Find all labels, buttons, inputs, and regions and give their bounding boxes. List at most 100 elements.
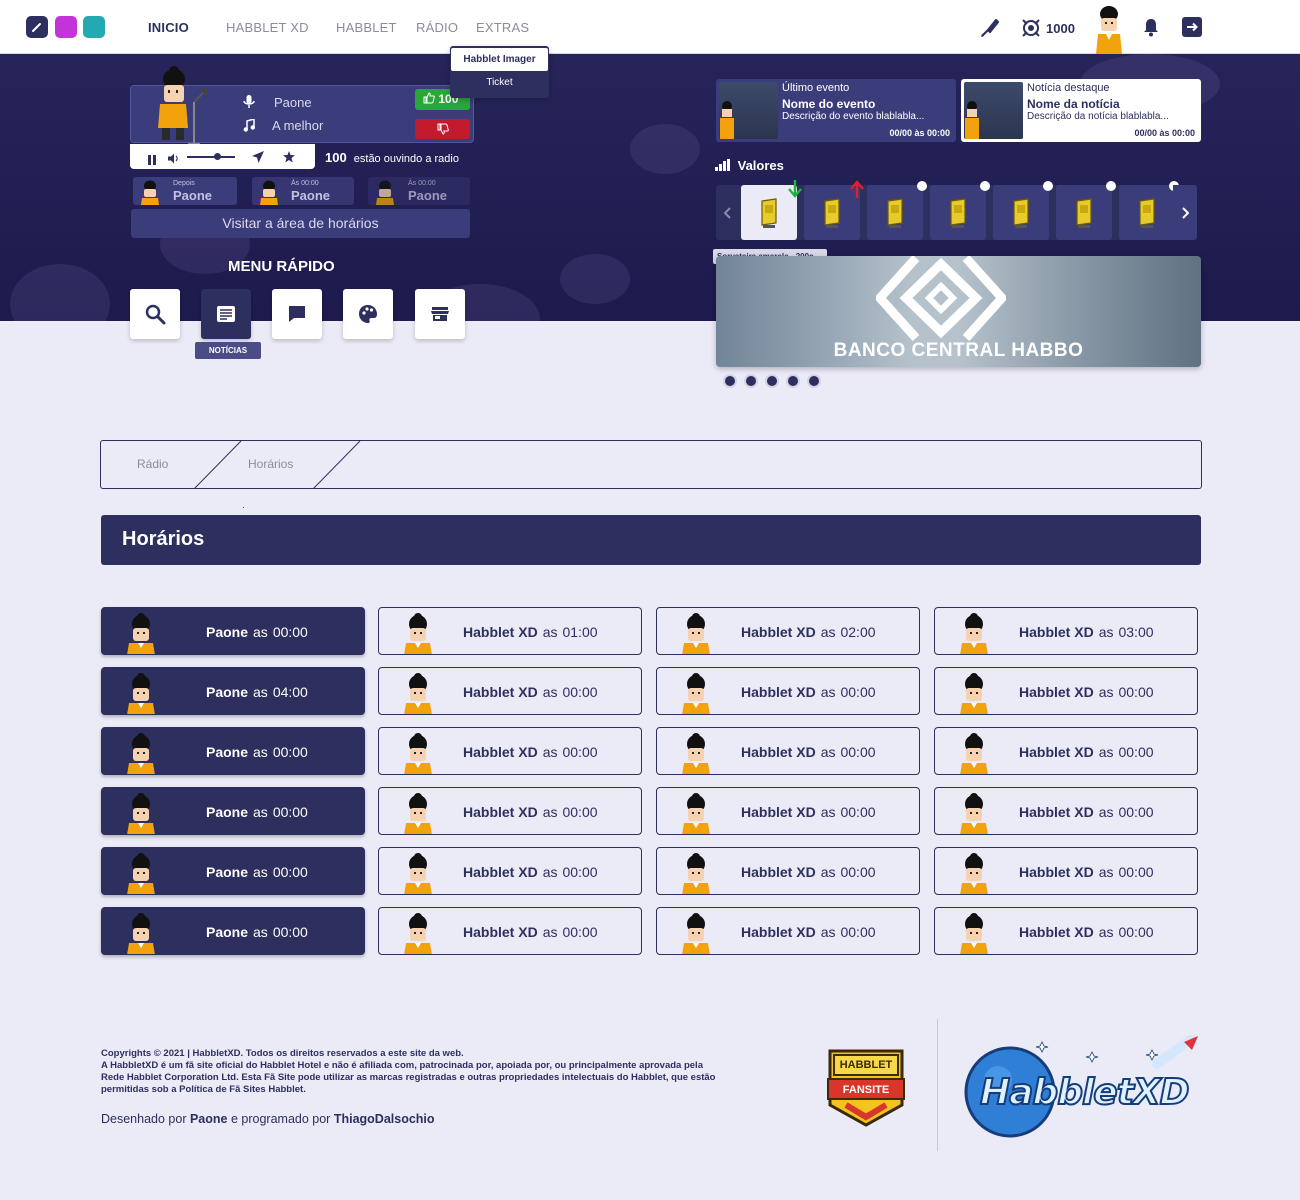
theme-swatch-purple[interactable] [55, 16, 77, 38]
listeners-count: 100 [325, 150, 347, 165]
schedule-slot-text: Paone as 00:00 [102, 744, 364, 760]
logout-icon[interactable] [1182, 17, 1202, 42]
schedule-slot[interactable]: Habblet XD as 00:00 [378, 787, 642, 835]
schedule-slot[interactable]: Habblet XD as 00:00 [378, 847, 642, 895]
schedule-time: 00:00 [562, 804, 598, 820]
schedule-slot[interactable]: Habblet XD as 03:00 [934, 607, 1198, 655]
schedule-slot[interactable]: Habblet XD as 00:00 [934, 847, 1198, 895]
footer-disclaimer: A HabbletXD é um fã site oficial do Habb… [101, 1060, 716, 1095]
nav-extras[interactable]: EXTRAS [476, 20, 529, 35]
schedule-slot[interactable]: Paone as 00:00 [101, 787, 365, 835]
breadcrumb-item-radio[interactable]: Rádio [137, 457, 168, 471]
schedule-dj-name: Habblet XD [1019, 924, 1094, 940]
nav-radio[interactable]: RÁDIO [416, 20, 458, 35]
schedule-dj-name: Habblet XD [463, 744, 538, 760]
schedule-slot[interactable]: Paone as 04:00 [101, 667, 365, 715]
schedule-slot[interactable]: Habblet XD as 00:00 [378, 907, 642, 955]
value-item[interactable] [930, 181, 990, 240]
schedule-dj-name: Paone [206, 744, 249, 760]
banner-dot[interactable] [723, 374, 737, 388]
schedule-time: 00:00 [562, 744, 598, 760]
schedule-slot[interactable]: Habblet XD as 00:00 [656, 787, 920, 835]
theme-swatch-teal[interactable] [83, 16, 105, 38]
schedule-slot[interactable]: Habblet XD as 00:00 [934, 667, 1198, 715]
schedule-slot[interactable]: Habblet XD as 00:00 [378, 667, 642, 715]
schedule-slot[interactable]: Habblet XD as 00:00 [934, 907, 1198, 955]
volume-icon[interactable] [168, 151, 180, 169]
schedule-time: 00:00 [272, 804, 308, 820]
last-event-card[interactable]: Último evento Nome do evento Descrição d… [716, 79, 956, 142]
credit-middle: e programado por [230, 1112, 331, 1126]
menu-item-habblet-imager[interactable]: Habblet Imager [451, 48, 548, 71]
visit-schedule-button[interactable]: Visitar a área de horários [131, 209, 470, 238]
schedule-connector: as [820, 804, 836, 820]
banner-dot[interactable] [807, 374, 821, 388]
brush-icon[interactable] [978, 16, 1002, 45]
schedule-slot[interactable]: Habblet XD as 00:00 [934, 787, 1198, 835]
fansite-badge: HABBLET FANSITE [826, 1047, 906, 1127]
current-dj: Paone [274, 95, 312, 110]
bell-icon[interactable] [1142, 17, 1160, 42]
menu-item-ticket[interactable]: Ticket [450, 71, 549, 94]
dj-avatar [260, 180, 278, 205]
featured-news-card[interactable]: Notícia destaque Nome da notícia Descriç… [961, 79, 1201, 142]
banner-dot[interactable] [744, 374, 758, 388]
values-heading: Valores [715, 158, 784, 173]
schedule-slot[interactable]: Paone as 00:00 [101, 727, 365, 775]
nav-habblet[interactable]: HABBLET [336, 20, 397, 35]
schedule-time: 00:00 [562, 864, 598, 880]
schedule-slot[interactable]: Habblet XD as 02:00 [656, 607, 920, 655]
schedule-slot[interactable]: Habblet XD as 00:00 [656, 847, 920, 895]
pause-icon[interactable] [148, 152, 156, 170]
value-item[interactable] [1119, 181, 1179, 240]
promo-banner[interactable]: BANCO CENTRAL HABBO [716, 256, 1201, 367]
news-title: Nome da notícia [1027, 97, 1120, 111]
dislike-button[interactable] [415, 119, 470, 139]
news-description: Descrição da notícia blablabla... [1027, 111, 1169, 122]
schedule-slot-text: Habblet XD as 00:00 [657, 864, 919, 880]
quick-search-button[interactable] [130, 289, 180, 339]
thumbs-up-icon [423, 92, 435, 104]
schedule-slot[interactable]: Paone as 00:00 [101, 907, 365, 955]
schedule-slot[interactable]: Habblet XD as 00:00 [656, 727, 920, 775]
value-item[interactable] [1056, 181, 1116, 240]
nav-habblet-xd[interactable]: HABBLET XD [226, 20, 309, 35]
breadcrumb-item-horarios[interactable]: Horários [248, 457, 293, 471]
quick-chat-button[interactable] [272, 289, 322, 339]
schedule-slot[interactable]: Habblet XD as 01:00 [378, 607, 642, 655]
signal-bars-icon [715, 159, 730, 171]
star-icon[interactable] [283, 150, 295, 168]
theme-swatch-dark[interactable] [26, 16, 48, 38]
quick-palette-button[interactable] [343, 289, 393, 339]
schedule-slot[interactable]: Paone as 00:00 [101, 607, 365, 655]
send-icon[interactable] [252, 150, 264, 168]
schedule-time: 00:00 [840, 744, 876, 760]
banner-title: BANCO CENTRAL HABBO [833, 340, 1084, 361]
schedule-slot-text: Habblet XD as 00:00 [935, 924, 1197, 940]
carousel-prev-button[interactable] [716, 185, 740, 240]
banner-dot[interactable] [765, 374, 779, 388]
designer-name[interactable]: Paone [190, 1112, 228, 1126]
value-item[interactable] [993, 181, 1053, 240]
schedule-slot-text: Habblet XD as 00:00 [379, 924, 641, 940]
quick-store-button[interactable] [415, 289, 465, 339]
value-item[interactable] [867, 181, 927, 240]
listeners-info: 100 estão ouvindo a radio [325, 150, 459, 165]
pencil-icon [32, 23, 41, 32]
quick-news-button[interactable] [201, 289, 251, 339]
schedule-slot[interactable]: Habblet XD as 00:00 [934, 727, 1198, 775]
volume-slider-handle[interactable] [214, 153, 221, 160]
schedule-slot[interactable]: Habblet XD as 00:00 [378, 727, 642, 775]
banner-dot[interactable] [786, 374, 800, 388]
programmer-name[interactable]: ThiagoDalsochio [334, 1112, 435, 1126]
schedule-slot[interactable]: Paone as 00:00 [101, 847, 365, 895]
credit-prefix: Desenhado por [101, 1112, 187, 1126]
nav-inicio[interactable]: INICIO [148, 20, 189, 35]
user-avatar[interactable] [1092, 4, 1126, 59]
volume-slider[interactable] [187, 156, 235, 158]
schedule-connector: as [820, 684, 836, 700]
logo-text: HabbletXD [979, 1071, 1191, 1114]
schedule-slot[interactable]: Habblet XD as 00:00 [656, 667, 920, 715]
schedule-slot[interactable]: Habblet XD as 00:00 [656, 907, 920, 955]
carousel-next-button[interactable] [1173, 185, 1197, 240]
